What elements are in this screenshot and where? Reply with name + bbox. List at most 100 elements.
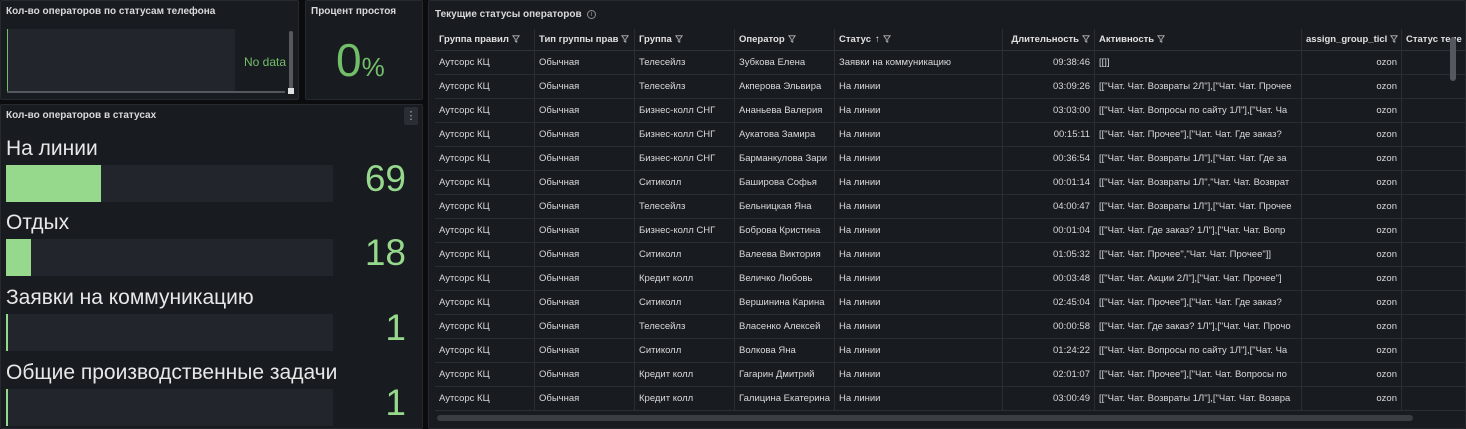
column-header[interactable]: Тип группы прав [535, 29, 635, 51]
column-header[interactable]: Группа правил [435, 29, 535, 51]
table-row[interactable]: Аутсорс КЦ Обычная Телесейлз Бельницкая Яна… [435, 195, 1465, 219]
vertical-scrollbar[interactable] [289, 31, 293, 89]
table-cell: [["Чат. Чат. Прочее","Чат. Чат. Прочее"]… [1095, 243, 1302, 267]
table-cell: 02:01:07 [1003, 363, 1095, 387]
table-cell-empty [1402, 363, 1465, 387]
table-cell: ozon [1302, 51, 1402, 75]
table-cell: Обычная [535, 99, 635, 123]
table-cell: [["Чат. Чат. Возвраты 1Л"],["Чат. Чат. П… [1095, 195, 1302, 219]
status-bar-track [6, 389, 333, 426]
column-header[interactable]: Активность [1095, 29, 1302, 51]
table-cell: На линии [835, 363, 1003, 387]
table-cell: Аутсорс КЦ [435, 243, 535, 267]
resize-handle[interactable] [288, 88, 294, 94]
table-cell: [[]] [1095, 51, 1302, 75]
column-header[interactable]: assign_group_ticl [1302, 29, 1402, 51]
table-cell: На линии [835, 339, 1003, 363]
sort-ascending-icon[interactable]: ↑ [875, 34, 880, 45]
table-horizontal-scrollbar[interactable] [437, 415, 1413, 421]
column-header-label: Оператор [739, 34, 785, 45]
table-cell: Кредит колл [635, 267, 735, 291]
filter-icon[interactable] [1082, 30, 1090, 43]
filter-icon[interactable] [882, 30, 891, 43]
table-cell: [["Чат. Чат. Возвраты 1Л"],["Чат. Чат. В… [1095, 387, 1302, 411]
table-cell: Телесейлз [635, 75, 735, 99]
idle-percent-panel: Процент простоя 0% [305, 0, 423, 100]
filter-icon[interactable] [1390, 30, 1399, 43]
table-row[interactable]: Аутсорс КЦ Обычная Телесейлз Акперова Эльви… [435, 75, 1465, 99]
table-cell: Обычная [535, 291, 635, 315]
table-vertical-scrollbar[interactable] [1450, 37, 1456, 81]
table-cell: На линии [835, 123, 1003, 147]
table-cell: На линии [835, 75, 1003, 99]
table-row[interactable]: Аутсорс КЦ Обычная Бизнес-колл СНГ Барманку… [435, 147, 1465, 171]
horizontal-scrollbar[interactable] [7, 91, 285, 93]
filter-icon[interactable] [1157, 30, 1166, 43]
table-cell: Бизнес-колл СНГ [635, 147, 735, 171]
filter-icon[interactable] [621, 30, 630, 43]
panel-menu-button[interactable]: ⋮ [404, 107, 418, 125]
status-count-value: 69 [364, 158, 406, 199]
panel-title: Процент простоя [311, 6, 397, 17]
status-count-value: 18 [364, 232, 406, 273]
column-header-label: Группа правил [439, 34, 509, 45]
column-header-label: Тип группы прав [539, 34, 619, 45]
table-cell: Кредит колл [635, 387, 735, 411]
table-cell: 03:03:00 [1003, 99, 1095, 123]
table-row[interactable]: Аутсорс КЦ Обычная Телесейлз Зубкова Елена З… [435, 51, 1465, 75]
status-label: На линии [6, 137, 98, 160]
table-cell: Аутсорс КЦ [435, 315, 535, 339]
table-cell: Власенко Алексей [735, 315, 835, 339]
phone-status-plot-area [7, 29, 235, 91]
table-cell: На линии [835, 243, 1003, 267]
filter-icon[interactable] [511, 30, 520, 43]
table-cell: Аутсорс КЦ [435, 123, 535, 147]
column-header[interactable]: Группа [635, 29, 735, 51]
table-row[interactable]: Аутсорс КЦ Обычная Кредит колл Величко Любо… [435, 267, 1465, 291]
table-cell: 02:45:04 [1003, 291, 1095, 315]
filter-icon[interactable] [674, 30, 683, 43]
status-bar-fill [6, 389, 8, 426]
table-cell: ozon [1302, 195, 1402, 219]
column-header[interactable]: Оператор [735, 29, 835, 51]
table-row[interactable]: Аутсорс КЦ Обычная Ситиколл Волкова Яна На л… [435, 339, 1465, 363]
column-header-label: assign_group_ticl [1306, 34, 1388, 45]
table-cell: На линии [835, 171, 1003, 195]
table-cell: На линии [835, 195, 1003, 219]
table-cell: Ананьева Валерия [735, 99, 835, 123]
table-row[interactable]: Аутсорс КЦ Обычная Ситиколл Вершинина Карин… [435, 291, 1465, 315]
table-cell: ozon [1302, 243, 1402, 267]
table-cell: На линии [835, 267, 1003, 291]
table-cell: Кредит колл [635, 363, 735, 387]
table-cell: Телесейлз [635, 315, 735, 339]
column-header[interactable]: Статус теле [1402, 29, 1465, 51]
phone-status-panel: Кол-во операторов по статусам телефона N… [0, 0, 299, 100]
table-cell: Вершинина Карина [735, 291, 835, 315]
table-row[interactable]: Аутсорс КЦ Обычная Кредит колл Гагарин Дмит… [435, 363, 1465, 387]
table-row[interactable]: Аутсорс КЦ Обычная Телесейлз Власенко Алекс… [435, 315, 1465, 339]
table-row[interactable]: Аутсорс КЦ Обычная Бизнес-колл СНГ Ананьева… [435, 99, 1465, 123]
column-header-label: Длительность [1011, 34, 1079, 45]
table-row[interactable]: Аутсорс КЦ Обычная Ситиколл Валеева Виктори… [435, 243, 1465, 267]
table-row[interactable]: Аутсорс КЦ Обычная Бизнес-колл СНГ Аукатова… [435, 123, 1465, 147]
table-cell: 00:36:54 [1003, 147, 1095, 171]
table-cell: [["Чат. Чат. Прочее"],["Чат. Чат. Вопрос… [1095, 363, 1302, 387]
status-counts-panel: Кол-во операторов в статусах ⋮ На линии 6… [0, 104, 423, 429]
table-cell: Заявки на коммуникацию [835, 51, 1003, 75]
table-cell: ozon [1302, 315, 1402, 339]
column-header[interactable]: Длительность [1003, 29, 1095, 51]
column-header[interactable]: Статус ↑ [835, 29, 1003, 51]
table-cell: Бельницкая Яна [735, 195, 835, 219]
panel-title: Кол-во операторов в статусах [6, 110, 157, 121]
filter-icon[interactable] [787, 30, 796, 43]
table-row[interactable]: Аутсорс КЦ Обычная Кредит колл Галицина Ека… [435, 387, 1465, 411]
table-cell: На линии [835, 315, 1003, 339]
table-row[interactable]: Аутсорс КЦ Обычная Бизнес-колл СНГ Боброва … [435, 219, 1465, 243]
no-data-label: No data [244, 55, 287, 69]
info-icon[interactable]: i [587, 10, 596, 19]
table-cell-empty [1402, 51, 1465, 75]
table-row[interactable]: Аутсорс КЦ Обычная Ситиколл Баширова Софья Н… [435, 171, 1465, 195]
table-cell: [["Чат. Чат. Возвраты 1Л","Чат. Чат. Воз… [1095, 171, 1302, 195]
table-cell: Бизнес-колл СНГ [635, 219, 735, 243]
table-cell: Аутсорс КЦ [435, 147, 535, 171]
